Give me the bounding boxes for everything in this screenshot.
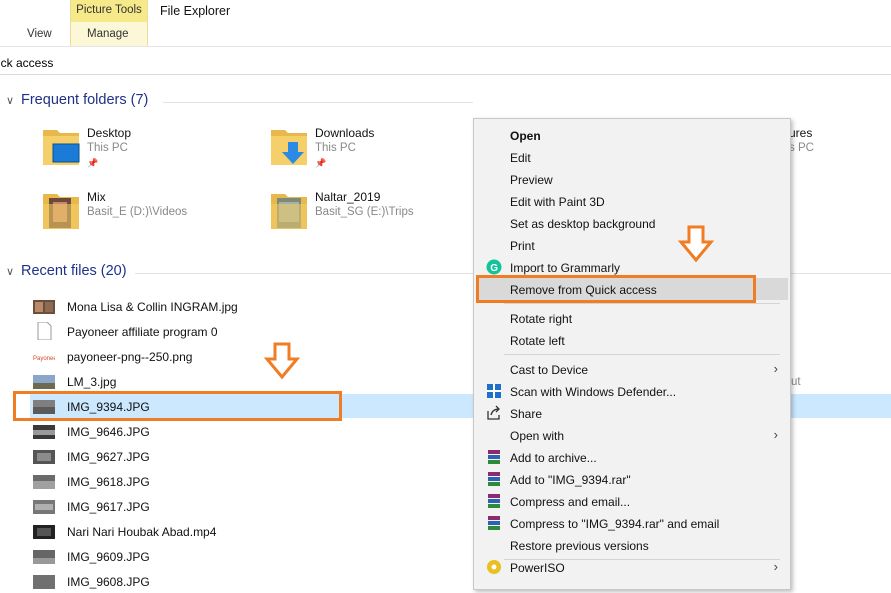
chevron-down-icon[interactable]: ∨ xyxy=(6,265,14,278)
chevron-right-icon: › xyxy=(773,361,778,376)
image-thumb-icon xyxy=(33,375,55,389)
menu-item-restore-versions[interactable]: Restore previous versions xyxy=(476,534,788,556)
folder-naltar-2019[interactable]: Naltar_2019 Basit_SG (E:)\Trips xyxy=(269,190,489,240)
desktop-folder-icon xyxy=(43,130,80,165)
winrar-icon xyxy=(488,450,500,464)
folder-downloads[interactable]: Downloads This PC 📌 xyxy=(269,126,489,176)
image-thumb-icon xyxy=(33,575,55,589)
folder-mix[interactable]: Mix Basit_E (D:)\Videos xyxy=(41,190,261,240)
address-text: ick access xyxy=(0,56,54,70)
menu-item-open[interactable]: Open xyxy=(476,124,788,146)
grammarly-icon: G xyxy=(486,259,502,275)
ribbon: View Picture Tools Manage File Explorer xyxy=(0,0,891,47)
menu-separator xyxy=(504,354,780,355)
menu-item-rotate-right[interactable]: Rotate right xyxy=(476,307,788,329)
image-thumb-icon xyxy=(33,425,55,439)
share-icon xyxy=(487,405,500,420)
folder-desktop[interactable]: Desktop This PC 📌 xyxy=(41,126,261,176)
image-thumb-icon xyxy=(33,550,55,564)
document-icon xyxy=(37,322,52,340)
menu-item-scan-defender[interactable]: Scan with Windows Defender... xyxy=(476,380,788,402)
svg-text:Payoneer: Payoneer xyxy=(33,356,55,362)
menu-item-open-with[interactable]: Open with › xyxy=(476,424,788,446)
menu-item-rotate-left[interactable]: Rotate left xyxy=(476,329,788,351)
menu-item-add-to-rar[interactable]: Add to "IMG_9394.rar" xyxy=(476,468,788,490)
group-divider xyxy=(163,102,473,103)
mix-folder-icon xyxy=(43,194,79,229)
chevron-right-icon: › xyxy=(773,427,778,442)
menu-item-share[interactable]: Share xyxy=(476,402,788,424)
menu-item-compress-rar-email[interactable]: Compress to "IMG_9394.rar" and email xyxy=(476,512,788,534)
pin-icon: 📌 xyxy=(87,158,99,168)
highlight-box-menu-item xyxy=(476,275,756,303)
menu-item-set-desktop-bg[interactable]: Set as desktop background xyxy=(476,212,788,234)
folder-partial-name: ures xyxy=(789,126,813,140)
tab-view[interactable]: View xyxy=(27,28,52,40)
pin-icon: 📌 xyxy=(315,158,327,168)
winrar-icon xyxy=(488,516,500,530)
address-bar[interactable]: ick access xyxy=(0,47,891,75)
menu-item-print[interactable]: Print xyxy=(476,234,788,256)
folder-partial-sub: s PC xyxy=(789,142,814,154)
image-thumb-icon xyxy=(33,450,55,464)
image-thumb-icon xyxy=(33,500,55,514)
menu-item-add-to-archive[interactable]: Add to archive... xyxy=(476,446,788,468)
group-divider xyxy=(135,273,473,274)
image-thumb-icon xyxy=(33,300,55,314)
picture-tools-context: Picture Tools Manage xyxy=(70,0,148,46)
payoneer-logo-icon: Payoneer xyxy=(33,350,55,364)
highlight-box-file xyxy=(13,391,342,421)
menu-item-compress-email[interactable]: Compress and email... xyxy=(476,490,788,512)
picture-tools-header: Picture Tools xyxy=(71,0,147,22)
arrow-down-icon xyxy=(264,342,300,380)
group-divider xyxy=(789,273,891,274)
menu-item-edit-paint3d[interactable]: Edit with Paint 3D xyxy=(476,190,788,212)
svg-text:G: G xyxy=(490,263,498,274)
chevron-down-icon[interactable]: ∨ xyxy=(6,94,14,107)
video-thumb-icon xyxy=(33,525,55,539)
defender-icon xyxy=(487,384,501,398)
naltar-folder-icon xyxy=(271,194,307,229)
downloads-folder-icon xyxy=(271,130,307,165)
menu-separator xyxy=(504,303,780,304)
chevron-right-icon: › xyxy=(773,559,778,574)
arrow-down-icon xyxy=(678,225,714,263)
winrar-icon xyxy=(488,472,500,486)
winrar-icon xyxy=(488,494,500,508)
window-title: File Explorer xyxy=(160,4,231,18)
menu-item-cast-to-device[interactable]: Cast to Device › xyxy=(476,358,788,380)
menu-item-edit[interactable]: Edit xyxy=(476,146,788,168)
image-thumb-icon xyxy=(33,475,55,489)
menu-item-preview[interactable]: Preview xyxy=(476,168,788,190)
poweriso-icon xyxy=(487,560,501,574)
menu-item-poweriso[interactable]: PowerISO › xyxy=(476,556,788,578)
tab-manage[interactable]: Manage xyxy=(87,28,129,40)
context-menu: Open Edit Preview Edit with Paint 3D Set… xyxy=(473,118,791,590)
partial-column-text: ut xyxy=(791,376,801,388)
